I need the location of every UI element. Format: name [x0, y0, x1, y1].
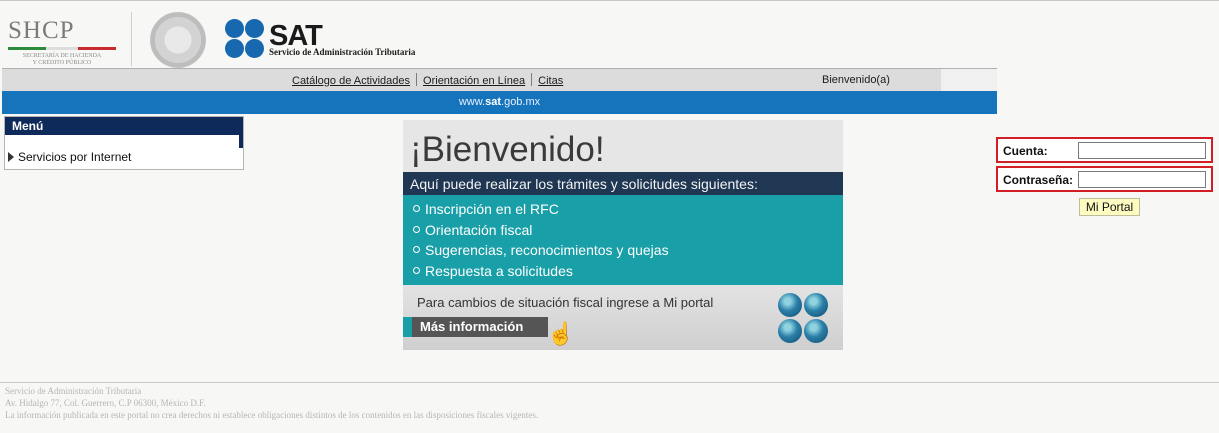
- top-nav-bar: Catálogo de Actividades Orientación en Lí…: [2, 68, 997, 91]
- banner-lower: Para cambios de situación fiscal ingrese…: [403, 285, 843, 350]
- shcp-title: SHCP: [8, 17, 75, 44]
- account-label: Cuenta:: [1003, 144, 1048, 158]
- pointing-hand-icon: ☝: [547, 321, 575, 346]
- banner-note: Para cambios de situación fiscal ingrese…: [417, 295, 714, 310]
- more-info-button[interactable]: Más información: [403, 317, 563, 337]
- banner-list-item: Respuesta a solicitudes: [413, 261, 843, 282]
- menu-item-label: Servicios por Internet: [18, 150, 132, 164]
- nav-link-citas[interactable]: Citas: [532, 75, 569, 87]
- footer-line-1: Servicio de Administración Tributaria: [5, 386, 142, 396]
- account-row: Cuenta:: [996, 137, 1213, 163]
- banner-subtitle: Aquí puede realizar los trámites y solic…: [403, 172, 843, 195]
- shcp-subtitle-2: Y CRÉDITO PÚBLICO: [32, 60, 92, 66]
- side-menu: Menú Servicios por Internet: [4, 116, 244, 170]
- national-seal-icon: [150, 12, 206, 68]
- site-url[interactable]: www.sat.gob.mx: [2, 96, 997, 108]
- password-row: Contraseña:: [996, 166, 1213, 192]
- menu-title: Menú: [5, 117, 243, 135]
- footer: Servicio de Administración Tributaria Av…: [5, 385, 538, 421]
- nav-link-catalogo[interactable]: Catálogo de Actividades: [286, 75, 416, 87]
- mi-portal-button[interactable]: Mi Portal: [1079, 198, 1140, 216]
- top-border: [0, 0, 1219, 1]
- header-divider: [131, 12, 132, 66]
- more-info-label: Más información: [412, 317, 548, 337]
- sat-dots-icon: [225, 19, 267, 59]
- banner-title: ¡Bienvenido!: [410, 130, 605, 169]
- banner-list-item: Orientación fiscal: [413, 220, 843, 241]
- shcp-color-bar: [8, 47, 116, 50]
- bullet-icon: [413, 246, 420, 253]
- banner-list-item: Inscripción en el RFC: [413, 199, 843, 220]
- banner-list: Inscripción en el RFC Orientación fiscal…: [403, 195, 843, 285]
- shcp-subtitle-1: SECRETARÍA DE HACIENDA: [22, 53, 102, 59]
- nav-links: Catálogo de Actividades Orientación en Lí…: [286, 73, 569, 87]
- bullet-icon: [413, 266, 420, 274]
- footer-line-2: Av. Hidalgo 77, Col. Guerrero, C.P 06300…: [5, 398, 206, 408]
- triangle-right-icon: [8, 152, 14, 162]
- welcome-banner: ¡Bienvenido! Aquí puede realizar los trá…: [403, 120, 843, 350]
- welcome-text: Bienvenido(a): [822, 74, 890, 86]
- nav-link-orientacion[interactable]: Orientación en Línea: [417, 75, 531, 87]
- footer-divider: [0, 382, 1219, 383]
- password-label: Contraseña:: [1003, 173, 1074, 187]
- banner-list-item: Sugerencias, reconocimientos y quejas: [413, 240, 843, 261]
- footer-line-3: La información publicada en este portal …: [5, 410, 539, 420]
- password-input[interactable]: [1078, 171, 1206, 188]
- bullet-icon: [413, 205, 420, 212]
- sat-subtitle: Servicio de Administración Tributaria: [269, 47, 416, 57]
- menu-item-servicios-internet[interactable]: Servicios por Internet: [8, 150, 131, 164]
- url-bar: www.sat.gob.mx: [2, 91, 997, 114]
- account-input[interactable]: [1078, 142, 1206, 159]
- sat-spheres-icon: [778, 293, 830, 345]
- shcp-logo: SHCP SECRETARÍA DE HACIENDA Y CRÉDITO PÚ…: [8, 18, 120, 67]
- bullet-icon: [413, 225, 420, 233]
